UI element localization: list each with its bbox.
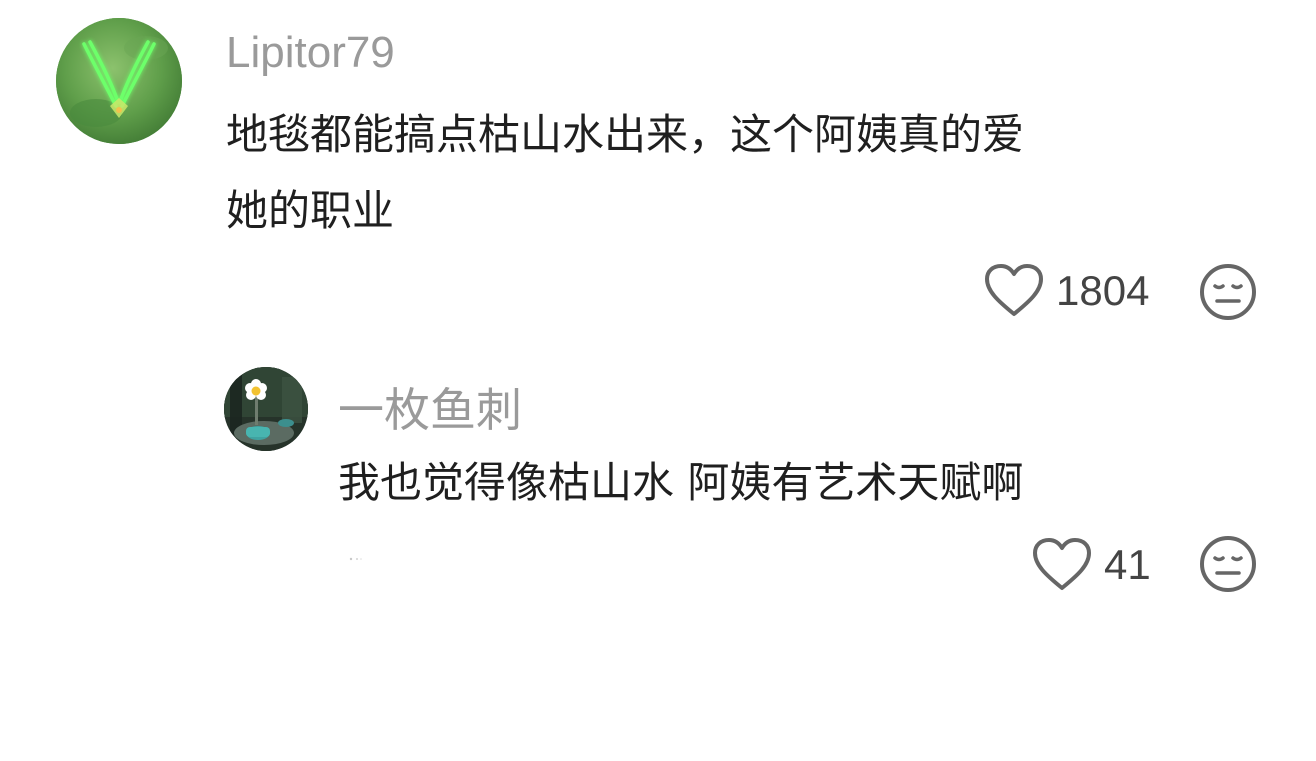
neutral-face-icon [1200, 264, 1256, 320]
reply-avatar[interactable] [224, 367, 308, 451]
heart-outline-icon [985, 264, 1043, 316]
comment-text-line-2: 她的职业 [226, 186, 395, 235]
avatar[interactable] [56, 18, 182, 144]
heart-outline-icon [1033, 538, 1091, 590]
comment-text-line-1: 地毯都能搞点枯山水出来，这个阿姨真的爱 [226, 110, 1025, 159]
like-count: 1804 [1056, 267, 1150, 314]
reply-text: 我也觉得像枯山水 阿姨有艺术天赋啊 [338, 458, 1024, 507]
reply-dislike-button[interactable] [1198, 534, 1258, 594]
flower-garden-avatar-icon [224, 367, 308, 451]
comment-username[interactable]: Lipitor79 [226, 28, 395, 78]
reply-like-count: 41 [1104, 541, 1151, 588]
reply-username[interactable]: 一枚鱼刺 [338, 374, 522, 440]
antenna-avatar-icon [56, 18, 182, 144]
dislike-button[interactable] [1198, 262, 1258, 322]
reply-like-button[interactable]: 41 [1032, 536, 1151, 594]
like-button[interactable]: 1804 [984, 262, 1149, 320]
faint-divider-mark [348, 556, 364, 562]
neutral-face-icon [1200, 536, 1256, 592]
